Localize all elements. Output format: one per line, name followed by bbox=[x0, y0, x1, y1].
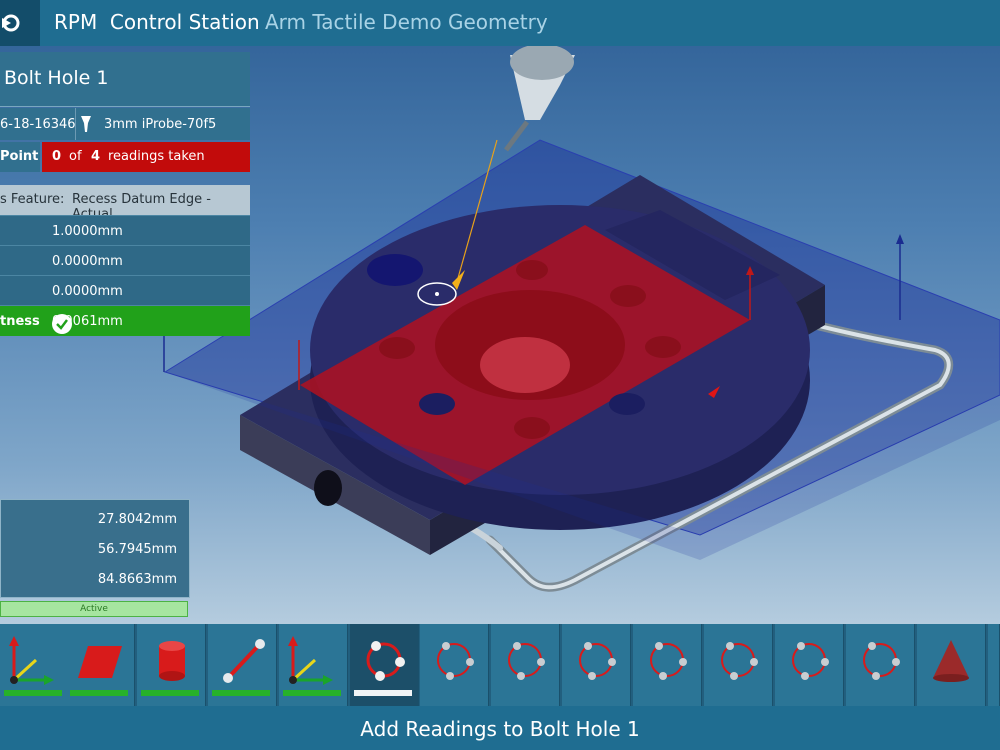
active-status-bar: Active bbox=[0, 601, 188, 617]
circle-tool-button-active[interactable] bbox=[350, 624, 419, 706]
dimension-value-1: 27.8042mm bbox=[97, 512, 177, 527]
readings-total-count: 4 bbox=[91, 149, 101, 164]
probe-name: 3mm iProbe-70f5 bbox=[104, 117, 217, 132]
readings-status: 0 of 4 readings taken bbox=[42, 142, 250, 172]
circle-icon bbox=[579, 642, 616, 680]
tool-status-bar bbox=[70, 690, 128, 696]
circle-icon bbox=[792, 642, 829, 680]
circle-tool-button[interactable] bbox=[491, 624, 560, 706]
datum-feature-label: s Feature: bbox=[0, 192, 65, 207]
cylinder-tool-button[interactable] bbox=[137, 624, 206, 706]
cone-tool-button[interactable] bbox=[917, 624, 986, 706]
line-icon bbox=[223, 639, 265, 683]
readings-suffix: readings taken bbox=[108, 149, 205, 164]
value-row-1: 1.0000mm bbox=[0, 215, 250, 246]
circle-tool-button[interactable] bbox=[420, 624, 489, 706]
document-title: Arm Tactile Demo Geometry bbox=[265, 10, 548, 34]
plane-tool-button[interactable] bbox=[66, 624, 135, 706]
dimension-value-2: 56.7945mm bbox=[97, 542, 177, 557]
value-row-2: 0.0000mm bbox=[0, 245, 250, 276]
value-1: 1.0000mm bbox=[52, 224, 123, 239]
app-title: RPM Control Station bbox=[54, 10, 260, 34]
value-2: 0.0000mm bbox=[52, 254, 123, 269]
circle-icon bbox=[863, 642, 900, 680]
status-message: Add Readings to Bolt Hole 1 bbox=[360, 717, 640, 741]
readings-taken-count: 0 bbox=[52, 149, 62, 164]
tool-status-bar bbox=[283, 690, 341, 696]
axis-icon bbox=[9, 636, 54, 685]
datum-feature-row[interactable]: s Feature: Recess Datum Edge - Actual bbox=[0, 185, 250, 222]
tool-status-bar bbox=[4, 690, 62, 696]
dimension-value-3: 84.8663mm bbox=[97, 572, 177, 587]
serial-number: 6-18-16346 bbox=[0, 117, 76, 132]
probe-icon bbox=[80, 116, 92, 132]
flatness-row: tness 0.0061mm bbox=[0, 305, 250, 336]
circle-icon bbox=[366, 641, 405, 681]
circle-icon bbox=[437, 642, 474, 680]
circle-tool-button[interactable] bbox=[775, 624, 844, 706]
app-logo[interactable] bbox=[0, 0, 40, 46]
readings-of: of bbox=[69, 149, 82, 164]
feature-title-panel: Bolt Hole 1 bbox=[0, 52, 250, 107]
plane-axis-tool-button[interactable] bbox=[0, 624, 69, 706]
feature-title: Bolt Hole 1 bbox=[4, 67, 109, 89]
feature-toolbar bbox=[0, 624, 1000, 706]
circle-icon bbox=[650, 642, 687, 680]
title-bar: RPM Control Station Arm Tactile Demo Geo… bbox=[0, 0, 1000, 46]
tool-status-bar bbox=[354, 690, 412, 696]
toolbar-overflow-tool[interactable] bbox=[988, 624, 1000, 706]
point-label: Point bbox=[0, 142, 40, 172]
tool-status-bar bbox=[212, 690, 270, 696]
dimensions-panel: 27.8042mm 56.7945mm 84.8663mm bbox=[0, 499, 190, 598]
circle-tool-button[interactable] bbox=[846, 624, 915, 706]
axis-tool-button[interactable] bbox=[279, 624, 348, 706]
cone-icon bbox=[933, 640, 969, 682]
flatness-label: tness bbox=[0, 314, 40, 329]
cylinder-icon bbox=[159, 641, 185, 681]
device-info-row: 6-18-16346 3mm iProbe-70f5 bbox=[0, 108, 250, 140]
tool-status-bar bbox=[141, 690, 199, 696]
plane-icon bbox=[78, 646, 122, 678]
value-3: 0.0000mm bbox=[52, 284, 123, 299]
line-tool-button[interactable] bbox=[208, 624, 277, 706]
divider bbox=[75, 108, 76, 140]
circle-icon bbox=[508, 642, 545, 680]
axis-icon bbox=[288, 636, 333, 685]
circle-tool-button[interactable] bbox=[562, 624, 631, 706]
check-icon bbox=[52, 314, 72, 334]
circle-tool-button[interactable] bbox=[704, 624, 773, 706]
readings-row: Point 0 of 4 readings taken bbox=[0, 142, 250, 172]
circle-tool-button[interactable] bbox=[633, 624, 702, 706]
value-row-3: 0.0000mm bbox=[0, 275, 250, 306]
circle-icon bbox=[721, 642, 758, 680]
status-bar: Add Readings to Bolt Hole 1 bbox=[0, 706, 1000, 750]
